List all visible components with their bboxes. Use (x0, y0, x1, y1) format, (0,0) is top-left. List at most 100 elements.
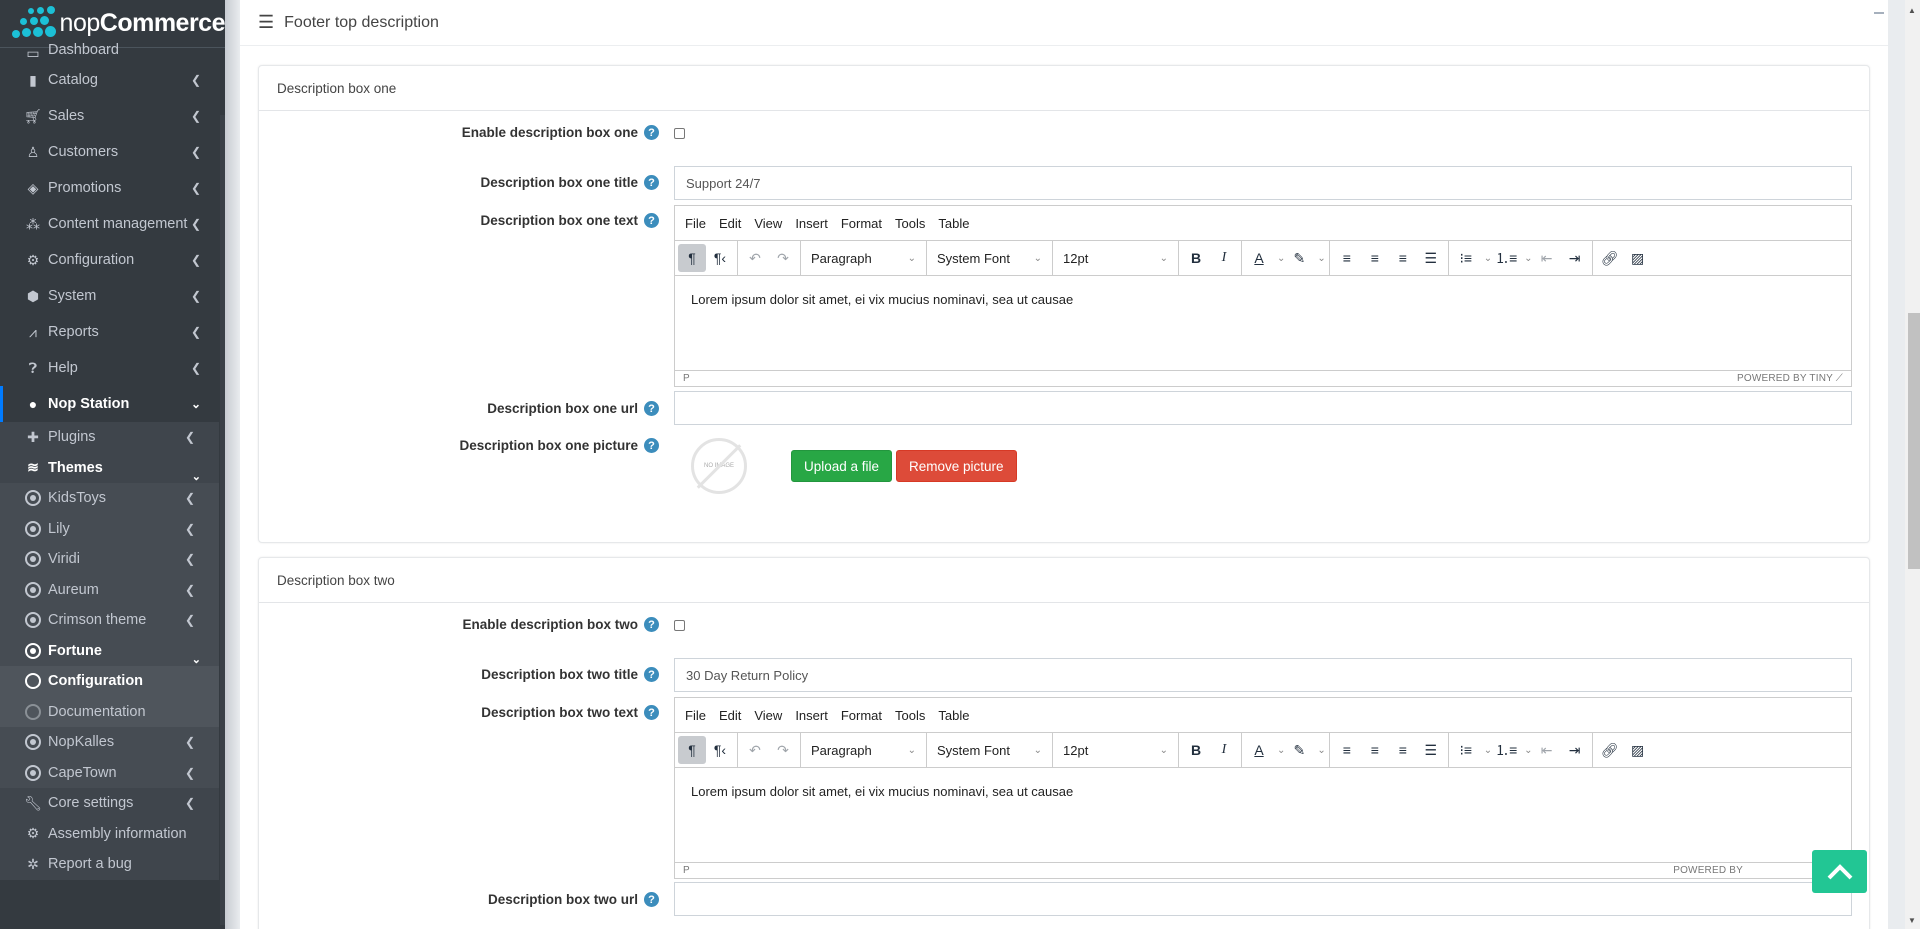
editor-content[interactable]: Lorem ipsum dolor sit amet, ei vix muciu… (675, 768, 1851, 862)
element-path[interactable]: P (683, 865, 690, 876)
menu-format[interactable]: Format (841, 708, 882, 723)
menu-table[interactable]: Table (938, 708, 969, 723)
bold-icon[interactable]: B (1182, 736, 1210, 764)
scroll-down-arrow-icon[interactable]: ▼ (1908, 916, 1916, 925)
sidebar-item-plugins[interactable]: ✚ Plugins ❮ (0, 422, 219, 453)
bullet-list-icon[interactable]: ⁝≡ (1452, 736, 1480, 764)
sidebar-item-theme-viridi[interactable]: Viridi ❮ (0, 544, 219, 575)
indent-icon[interactable]: ⇥ (1561, 736, 1589, 764)
sidebar-item-customers[interactable]: ♙ Customers ❮ (0, 134, 219, 170)
block-format-select[interactable]: Paragraph ⌄ (801, 733, 927, 767)
indent-icon[interactable]: ⇥ (1561, 244, 1589, 272)
help-icon[interactable]: ? (644, 617, 659, 632)
help-icon[interactable]: ? (644, 125, 659, 140)
menu-insert[interactable]: Insert (795, 216, 828, 231)
align-justify-icon[interactable]: ☰ (1417, 244, 1445, 272)
sidebar-item-fortune-documentation[interactable]: Documentation (0, 697, 219, 728)
help-icon[interactable]: ? (644, 175, 659, 190)
enable-checkbox[interactable] (674, 128, 685, 139)
menu-tools[interactable]: Tools (895, 708, 925, 723)
sidebar-item-fortune-configuration[interactable]: Configuration (0, 666, 219, 697)
align-center-icon[interactable]: ≡ (1361, 736, 1389, 764)
outdent-icon[interactable]: ⇤ (1533, 244, 1561, 272)
back-to-top-button[interactable] (1812, 850, 1867, 893)
brand-logo[interactable]: nopCommerce (0, 0, 225, 48)
powered-by-link[interactable]: POWERED BY (1673, 865, 1743, 876)
sidebar-item-content-management[interactable]: ⁂ Content management ❮ (0, 206, 219, 242)
redo-icon[interactable]: ↷ (769, 244, 797, 272)
scrollbar-thumb[interactable] (1908, 313, 1920, 569)
sidebar-item-catalog[interactable]: ▮ Catalog ❮ (0, 62, 219, 98)
link-icon[interactable]: 🔗︎ (1596, 736, 1624, 764)
align-left-icon[interactable]: ≡ (1333, 736, 1361, 764)
menu-format[interactable]: Format (841, 216, 882, 231)
sidebar-item-core-settings[interactable]: 🔧︎ Core settings ❮ (0, 788, 219, 819)
text-color-icon[interactable]: A (1245, 244, 1273, 272)
undo-icon[interactable]: ↶ (741, 244, 769, 272)
powered-by-link[interactable]: POWERED BY TINY ⟋ (1737, 373, 1843, 384)
outdent-icon[interactable]: ⇤ (1533, 736, 1561, 764)
menu-view[interactable]: View (754, 708, 782, 723)
sidebar-item-reports[interactable]: ⩘ Reports ❮ (0, 314, 219, 350)
editor-content[interactable]: Lorem ipsum dolor sit amet, ei vix muciu… (675, 276, 1851, 370)
sidebar-item-theme-crimson[interactable]: Crimson theme ❮ (0, 605, 219, 636)
sidebar-item-report-bug[interactable]: ✲ Report a bug (0, 849, 219, 880)
help-icon[interactable]: ? (644, 667, 659, 682)
url-input[interactable] (674, 882, 1852, 916)
upload-file-button[interactable]: Upload a file (791, 450, 893, 482)
menu-edit[interactable]: Edit (719, 216, 741, 231)
align-right-icon[interactable]: ≡ (1389, 736, 1417, 764)
align-left-icon[interactable]: ≡ (1333, 244, 1361, 272)
element-path[interactable]: P (683, 373, 690, 384)
sidebar-item-theme-kidstoys[interactable]: KidsToys ❮ (0, 483, 219, 514)
text-color-icon[interactable]: A (1245, 736, 1273, 764)
font-size-select[interactable]: 12pt ⌄ (1053, 241, 1179, 275)
page-scrollbar[interactable]: ▲ ▼ (1904, 0, 1920, 929)
sidebar-item-sales[interactable]: 🛒︎ Sales ❮ (0, 98, 219, 134)
menu-tools[interactable]: Tools (895, 216, 925, 231)
sidebar-item-assembly-information[interactable]: ⚙ Assembly information (0, 819, 219, 850)
menu-table[interactable]: Table (938, 216, 969, 231)
sidebar-item-dashboard[interactable]: ▭ Dashboard (0, 42, 219, 61)
title-input[interactable]: Support 24/7 (674, 166, 1852, 200)
help-icon[interactable]: ? (644, 892, 659, 907)
align-center-icon[interactable]: ≡ (1361, 244, 1389, 272)
scroll-up-arrow-icon[interactable]: ▲ (1908, 6, 1916, 15)
block-format-select[interactable]: Paragraph ⌄ (801, 241, 927, 275)
bullet-list-icon[interactable]: ⁝≡ (1452, 244, 1480, 272)
image-icon[interactable]: ▨ (1624, 244, 1652, 272)
italic-icon[interactable]: I (1210, 736, 1238, 764)
help-icon[interactable]: ? (644, 213, 659, 228)
sidebar-item-help[interactable]: ❓︎ Help ❮ (0, 350, 219, 386)
rtl-icon[interactable]: ¶‹ (706, 244, 734, 272)
rtl-icon[interactable]: ¶‹ (706, 736, 734, 764)
remove-picture-button[interactable]: Remove picture (896, 450, 1017, 482)
font-family-select[interactable]: System Font ⌄ (927, 733, 1053, 767)
title-input[interactable]: 30 Day Return Policy (674, 658, 1852, 692)
ltr-icon[interactable]: ¶ (678, 736, 706, 764)
bars-icon[interactable]: ☰ (258, 12, 274, 33)
font-family-select[interactable]: System Font ⌄ (927, 241, 1053, 275)
menu-file[interactable]: File (685, 216, 706, 231)
ltr-icon[interactable]: ¶ (678, 244, 706, 272)
italic-icon[interactable]: I (1210, 244, 1238, 272)
sidebar-item-theme-lily[interactable]: Lily ❮ (0, 514, 219, 545)
sidebar-item-system[interactable]: ⬢ System ❮ (0, 278, 219, 314)
sidebar-item-theme-fortune[interactable]: Fortune ⌄ (0, 636, 219, 666)
sidebar-item-configuration[interactable]: ⚙ Configuration ❮ (0, 242, 219, 278)
align-right-icon[interactable]: ≡ (1389, 244, 1417, 272)
sidebar-item-theme-nopkalles[interactable]: NopKalles ❮ (0, 727, 219, 758)
help-icon[interactable]: ? (644, 438, 659, 453)
sidebar-item-nop-station[interactable]: ● Nop Station ⌄ (0, 386, 219, 422)
menu-file[interactable]: File (685, 708, 706, 723)
url-input[interactable] (674, 391, 1852, 425)
sidebar-item-theme-capetown[interactable]: CapeTown ❮ (0, 758, 219, 789)
link-icon[interactable]: 🔗︎ (1596, 244, 1624, 272)
numbered-list-icon[interactable]: ⒈≡ (1492, 736, 1520, 764)
collapse-icon[interactable] (1874, 12, 1884, 14)
menu-view[interactable]: View (754, 216, 782, 231)
help-icon[interactable]: ? (644, 401, 659, 416)
highlight-icon[interactable]: ✎ (1285, 736, 1313, 764)
enable-checkbox[interactable] (674, 620, 685, 631)
highlight-icon[interactable]: ✎ (1285, 244, 1313, 272)
